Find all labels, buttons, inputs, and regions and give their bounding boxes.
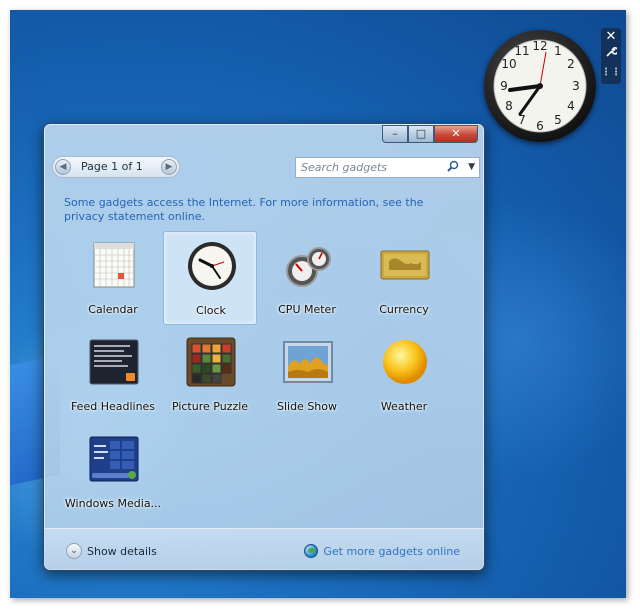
gadget-label: Weather — [380, 400, 428, 413]
get-more-gadgets-label[interactable]: Get more gadgets online — [323, 545, 460, 558]
maximize-button[interactable]: □ — [408, 125, 434, 143]
gadget-label: Currency — [379, 303, 429, 316]
gadget-tile-calendar[interactable]: Calendar — [66, 231, 160, 325]
gadgets-window: – □ ✕ ◀ Page 1 of 1 ▶ Search gadgets ▼ S… — [43, 123, 485, 571]
search-placeholder: Search gadgets — [301, 161, 388, 174]
clock-numeral: 8 — [505, 99, 513, 113]
show-details-toggle[interactable]: ⌄ Show details — [66, 543, 157, 559]
caption-buttons: – □ ✕ — [382, 125, 478, 143]
desktop-clock-gadget[interactable]: 12 1 2 3 4 5 6 7 8 9 10 11 — [484, 30, 596, 142]
clock-icon — [186, 240, 238, 292]
gadget-tile-picture-puzzle[interactable]: Picture Puzzle — [163, 328, 257, 422]
gadget-toolbar: ✕ ⋮⋮ — [601, 28, 621, 84]
gadget-tile-cpu-meter[interactable]: CPU Meter — [260, 231, 354, 325]
clock-numeral: 11 — [514, 44, 529, 58]
toolbar: ◀ Page 1 of 1 ▶ Search gadgets ▼ — [52, 156, 480, 180]
drag-handle-icon[interactable]: ⋮⋮ — [601, 64, 621, 82]
close-icon[interactable]: ✕ — [601, 28, 621, 46]
picture-puzzle-icon — [185, 336, 237, 388]
get-more-gadgets-link[interactable]: Get more gadgets online — [304, 544, 460, 558]
show-details-label[interactable]: Show details — [87, 545, 157, 558]
windows-media-icon — [88, 433, 140, 485]
weather-icon — [379, 336, 431, 388]
title-bar[interactable]: – □ ✕ — [44, 124, 484, 150]
clock-numeral: 10 — [501, 57, 516, 71]
footer: ⌄ Show details Get more gadgets online — [44, 528, 484, 570]
gadget-tile-feed-headlines[interactable]: Feed Headlines — [66, 328, 160, 422]
clock-numeral: 3 — [572, 79, 580, 93]
calendar-icon — [88, 239, 140, 291]
gadget-tile-weather[interactable]: Weather — [357, 328, 451, 422]
page-indicator: Page 1 of 1 — [81, 160, 143, 173]
pager: ◀ Page 1 of 1 ▶ — [52, 156, 180, 178]
slide-show-icon — [282, 336, 334, 388]
minimize-button[interactable]: – — [382, 125, 408, 143]
next-page-button[interactable]: ▶ — [161, 159, 177, 175]
clock-numeral: 12 — [532, 39, 547, 53]
clock-face: 12 1 2 3 4 5 6 7 8 9 10 11 — [493, 39, 587, 133]
clock-numeral: 4 — [567, 99, 575, 113]
gadget-tile-currency[interactable]: Currency — [357, 231, 451, 325]
currency-icon — [379, 239, 431, 291]
clock-numeral: 9 — [500, 79, 508, 93]
clock-center — [537, 83, 543, 89]
cpu-meter-icon — [282, 239, 334, 291]
feed-headlines-icon — [88, 336, 140, 388]
search-dropdown-icon[interactable]: ▼ — [468, 162, 475, 172]
prev-page-button[interactable]: ◀ — [55, 159, 71, 175]
globe-icon — [304, 544, 319, 558]
clock-numeral: 2 — [567, 57, 575, 71]
gadget-label: Windows Media... — [64, 497, 162, 510]
clock-numeral: 5 — [554, 113, 562, 127]
gadget-label: Calendar — [88, 303, 138, 316]
gadget-tile-slide-show[interactable]: Slide Show — [260, 328, 354, 422]
search-input[interactable]: Search gadgets ▼ — [295, 157, 480, 178]
gadget-tile-windows-media[interactable]: Windows Media... — [65, 425, 161, 519]
chevron-down-icon[interactable]: ⌄ — [66, 543, 82, 559]
privacy-info-link[interactable]: Some gadgets access the Internet. For mo… — [64, 196, 444, 224]
close-button[interactable]: ✕ — [434, 125, 478, 143]
search-icon[interactable] — [447, 160, 459, 175]
clock-numeral: 6 — [536, 119, 544, 133]
wrench-icon[interactable] — [601, 46, 621, 64]
clock-numeral: 1 — [554, 44, 562, 58]
gadget-tile-clock[interactable]: Clock — [163, 231, 257, 325]
